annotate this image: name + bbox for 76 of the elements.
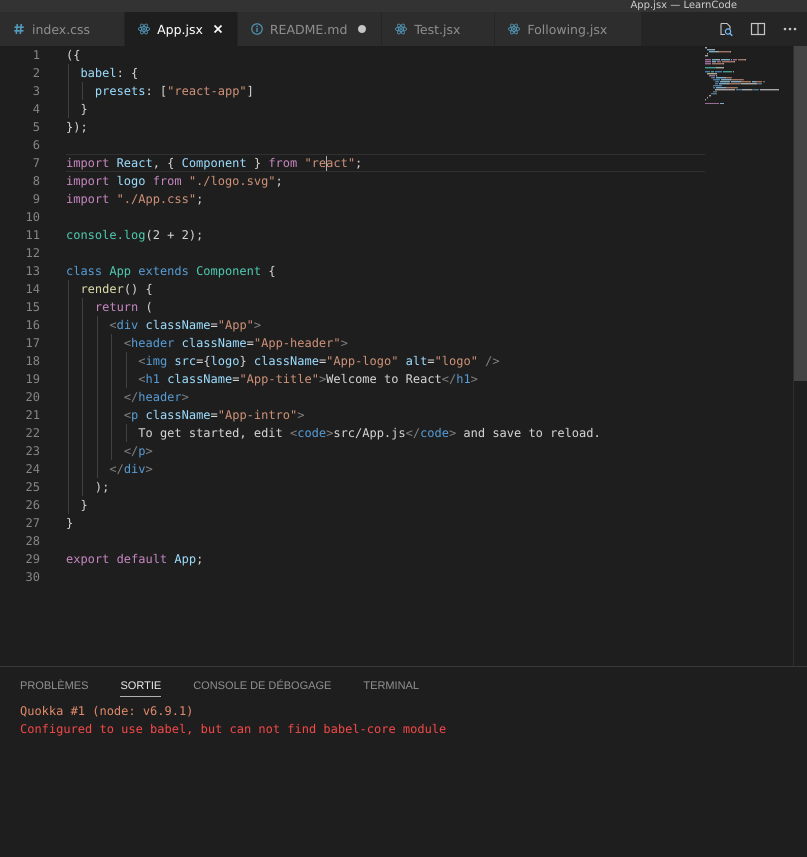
atom-icon	[508, 23, 520, 35]
line-number: 27	[24, 515, 40, 532]
hash-icon	[13, 23, 25, 35]
code-line: render() {	[66, 280, 705, 298]
code-line: To get started, edit <code>src/App.js</code> and save to reload.	[66, 424, 705, 442]
editor-tab[interactable]: Following.jsx	[495, 12, 642, 46]
code-line: </p>	[66, 442, 705, 460]
line-number: 8	[32, 173, 40, 190]
code-line: import "./App.css";	[66, 191, 204, 208]
line-number: 4	[32, 101, 40, 118]
line-number: 17	[24, 335, 40, 352]
code-line: </div>	[66, 460, 705, 478]
info-icon	[250, 23, 263, 35]
close-icon[interactable]	[212, 24, 223, 34]
editor-tab[interactable]: index.css	[0, 12, 126, 46]
panel-tab[interactable]: SORTIE	[120, 676, 162, 697]
code-line: <h1 className="App-title">Welcome to React</h1>	[66, 370, 705, 388]
code-line: return (	[66, 298, 705, 316]
code-line: presets: ["react-app"]	[66, 82, 705, 100]
line-number: 10	[24, 209, 40, 226]
line-number: 20	[24, 389, 40, 406]
line-number: 22	[24, 425, 40, 442]
code-line: }	[66, 515, 74, 532]
code-line: }	[66, 496, 705, 514]
line-number: 7	[32, 155, 40, 172]
code-line: </header>	[66, 388, 705, 406]
code-line: ({	[66, 47, 82, 64]
line-number: 30	[24, 569, 40, 586]
editor-tab[interactable]: App.jsx	[125, 12, 238, 46]
atom-icon	[395, 23, 408, 35]
line-number: 26	[24, 497, 40, 514]
file-search-icon[interactable]	[718, 21, 734, 37]
line-number: 19	[24, 371, 40, 388]
code-line: });	[66, 119, 89, 136]
code-line: export default App;	[66, 551, 204, 568]
code-line: console.log(2 + 2);	[66, 227, 204, 244]
output-line: Configured to use babel, but can not find babel-core module	[20, 721, 448, 738]
code-line: import React, { Component } from "react";	[66, 154, 705, 172]
line-number: 29	[24, 551, 40, 568]
panel-tab[interactable]: TERMINAL	[363, 676, 420, 697]
line-number: 2	[32, 65, 40, 82]
atom-icon	[138, 23, 150, 35]
line-number: 25	[24, 479, 40, 496]
line-number: 5	[32, 119, 40, 136]
code-line: <header className="App-header">	[66, 334, 705, 352]
window-title: App.jsx — LearnCode	[630, 0, 737, 12]
code-line: <div className="App">	[66, 316, 705, 334]
editor-tab[interactable]: README.md	[238, 12, 382, 46]
line-number: 3	[32, 83, 40, 100]
line-number: 9	[32, 191, 40, 208]
line-number: 6	[32, 137, 40, 154]
code-line: );	[66, 478, 705, 496]
output-line: Quokka #1 (node: v6.9.1)	[20, 703, 194, 720]
panel-tab[interactable]: PROBLÈMES	[20, 676, 88, 697]
line-number: 24	[24, 461, 40, 478]
line-number: 11	[24, 227, 40, 244]
line-number: 13	[24, 263, 40, 280]
code-line: babel: {	[66, 64, 705, 82]
line-number: 18	[24, 353, 40, 370]
line-number: 12	[24, 245, 40, 262]
editor-tab[interactable]: Test.jsx	[382, 12, 496, 46]
line-number: 28	[24, 533, 40, 550]
panel-tab[interactable]: CONSOLE DE DÉBOGAGE	[193, 676, 332, 697]
line-number: 21	[24, 407, 40, 424]
line-number: 15	[24, 299, 40, 316]
line-number: 1	[32, 47, 40, 64]
line-number: 23	[24, 443, 40, 460]
line-number: 14	[24, 281, 40, 298]
code-line: <p className="App-intro">	[66, 406, 705, 424]
split-editor-icon[interactable]	[750, 21, 766, 37]
code-line: import logo from "./logo.svg";	[66, 173, 284, 190]
code-line: <img src={logo} className="App-logo" alt="logo" />	[66, 352, 705, 370]
scrollbar-thumb[interactable]	[794, 46, 807, 381]
code-line: }	[66, 100, 705, 118]
code-line: class App extends Component {	[66, 263, 277, 280]
line-number: 16	[24, 317, 40, 334]
